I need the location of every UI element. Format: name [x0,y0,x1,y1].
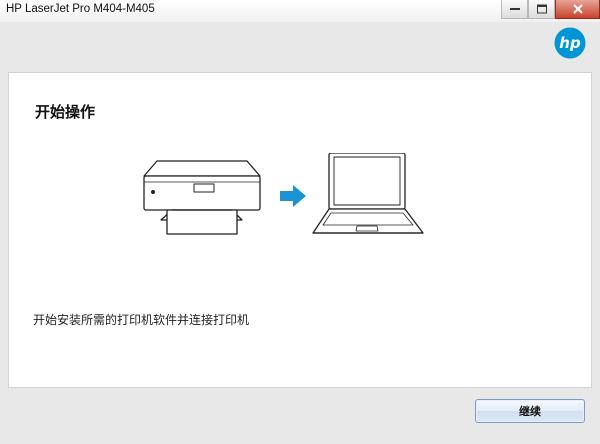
hp-logo-icon: hp [554,27,586,59]
maximize-button[interactable] [528,0,555,19]
page-title: 开始操作 [35,103,96,121]
continue-button[interactable]: 继续 [475,399,585,423]
maximize-icon [536,4,547,14]
minimize-button[interactable] [501,0,528,19]
close-icon [572,4,583,14]
window-title: HP LaserJet Pro M404-M405 [6,3,155,15]
footer: 继续 [0,388,600,444]
window-controls [501,0,600,20]
description-text: 开始安装所需的打印机软件并连接打印机 [33,313,250,327]
arrow-right-icon [280,185,306,207]
minimize-icon [509,8,520,10]
printer-icon [143,160,261,235]
laptop-icon [312,153,424,234]
svg-text:hp: hp [559,34,581,52]
close-button[interactable] [555,0,600,19]
setup-illustration [143,153,424,235]
content-panel: 开始操作 开始安装所需的打印机软件并连接打印机 [8,72,592,388]
title-bar[interactable]: HP LaserJet Pro M404-M405 [0,0,600,22]
installer-window: HP LaserJet Pro M404-M405 hp 开始操作 开始安装所需… [0,0,600,444]
header: hp [0,22,600,72]
